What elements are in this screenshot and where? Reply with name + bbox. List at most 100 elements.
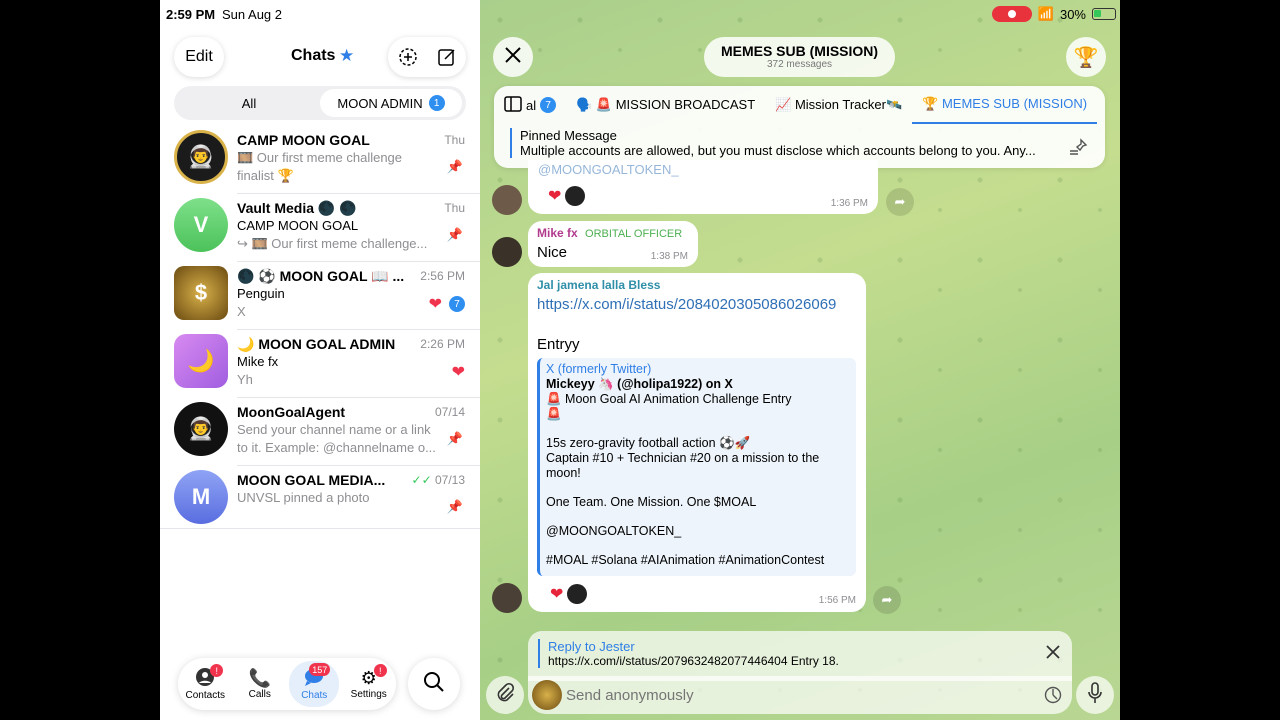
reactions: ❤ bbox=[550, 584, 588, 604]
avatar: 🌙 bbox=[174, 334, 228, 388]
filter-moon-admin[interactable]: MOON ADMIN 1 bbox=[320, 89, 462, 117]
preview-line: One Team. One Mission. One $MOAL bbox=[546, 495, 757, 509]
tab-settings[interactable]: ⚙ Settings ! bbox=[344, 661, 394, 707]
chat-row-moon-goal-admin[interactable]: 🌙 🌙 MOON GOAL ADMIN Mike fx Yh 2:26 PM ❤ bbox=[160, 330, 480, 398]
message-composer bbox=[528, 676, 1072, 714]
chat-row-moon-goal-media[interactable]: M MOON GOAL MEDIA... UNVSL pinned a phot… bbox=[160, 466, 480, 534]
edit-button[interactable]: Edit bbox=[174, 37, 224, 77]
battery-icon bbox=[1092, 8, 1116, 20]
heart-reaction-icon[interactable]: ❤ bbox=[548, 186, 561, 206]
voice-button[interactable] bbox=[1076, 676, 1114, 714]
message-bubble[interactable]: Jal jamena lalla Bless https://x.com/i/s… bbox=[528, 273, 866, 612]
sidebar-toggle-icon bbox=[504, 95, 522, 115]
chat-preview: UNVSL pinned a photo bbox=[237, 490, 370, 505]
star-icon[interactable]: ★ bbox=[339, 46, 354, 66]
chat-row-vault-media[interactable]: V Vault Media 🌑 🌑 CAMP MOON GOAL ↪ 🎞️ Ou… bbox=[160, 194, 480, 262]
reply-preview[interactable]: Reply to Jester https://x.com/i/status/2… bbox=[538, 639, 839, 668]
link-preview[interactable]: X (formerly Twitter) Mickeyy 🦄 (@holipa1… bbox=[537, 358, 856, 576]
tab-chats[interactable]: Chats 157 bbox=[289, 661, 340, 707]
message-text: Entryy bbox=[537, 336, 580, 353]
topic-tab-tracker[interactable]: 📈 Mission Tracker🛰️ bbox=[765, 86, 912, 124]
pinned-list-icon[interactable] bbox=[1069, 138, 1089, 161]
chat-preview-2: Yh bbox=[237, 372, 253, 387]
chat-preview: CAMP MOON GOAL bbox=[237, 218, 359, 233]
forward-button[interactable]: ➦ bbox=[886, 188, 914, 216]
chat-name: Vault Media 🌑 🌑 bbox=[237, 200, 357, 216]
header-actions bbox=[388, 37, 466, 77]
reply-panel: Reply to Jester https://x.com/i/status/2… bbox=[528, 631, 1072, 681]
chat-row-moongoalagent[interactable]: 👨‍🚀 MoonGoalAgent Send your channel name… bbox=[160, 398, 480, 466]
status-date: Sun Aug 2 bbox=[222, 7, 282, 22]
topic-avatar-trophy-icon[interactable]: 🏆 bbox=[1066, 37, 1106, 77]
chat-preview-2: X bbox=[237, 304, 246, 319]
avatar[interactable] bbox=[492, 583, 522, 613]
chat-preview: Send your channel name or a link bbox=[237, 422, 431, 437]
pinned-message[interactable]: Pinned Message Multiple accounts are all… bbox=[510, 128, 1080, 158]
avatar: 👨‍🚀 bbox=[174, 130, 228, 184]
message-time: 1:56 PM bbox=[818, 595, 856, 606]
message-bubble[interactable]: @MOONGOALTOKEN_ ❤ 1:36 PM bbox=[528, 160, 878, 214]
timer-icon[interactable] bbox=[1044, 686, 1062, 709]
chat-time-text: 07/13 bbox=[434, 473, 465, 487]
attach-button[interactable] bbox=[486, 676, 524, 714]
message-link[interactable]: https://x.com/i/status/20840203050860260… bbox=[537, 296, 836, 313]
message-time: 1:36 PM bbox=[830, 198, 868, 209]
heart-icon: ❤ bbox=[451, 364, 465, 381]
tab-badge: ! bbox=[373, 664, 387, 677]
close-reply-icon[interactable] bbox=[1046, 645, 1060, 664]
message-bubble[interactable]: Mike fx ORBITAL OFFICER Nice 1:38 PM bbox=[528, 221, 698, 267]
preview-line: 15s zero-gravity football action ⚽🚀 bbox=[546, 436, 751, 450]
compose-icon[interactable] bbox=[437, 47, 457, 67]
message-author: Jal jamena lalla Bless bbox=[537, 278, 661, 292]
close-button[interactable] bbox=[493, 37, 533, 77]
new-story-icon[interactable] bbox=[398, 47, 418, 67]
filter-badge: 1 bbox=[428, 95, 445, 111]
search-icon bbox=[423, 671, 445, 698]
chat-list-pane: 2:59 PM Sun Aug 2 Edit Chats ★ All MOON … bbox=[160, 0, 480, 720]
forward-button[interactable]: ➦ bbox=[873, 586, 901, 614]
avatar: $ bbox=[174, 266, 228, 320]
search-button[interactable] bbox=[408, 658, 460, 710]
unread-badge: 7 bbox=[449, 296, 465, 312]
chat-time: 07/14 bbox=[434, 405, 465, 419]
message-input[interactable] bbox=[566, 682, 1006, 708]
reply-title: Reply to Jester bbox=[548, 639, 635, 654]
chat-time: Thu bbox=[444, 133, 465, 147]
topic-tab-all[interactable]: al 7 bbox=[494, 86, 566, 124]
chat-preview-2: finalist 🏆 bbox=[237, 168, 294, 183]
message-text: @MOONGOALTOKEN_ bbox=[538, 162, 679, 177]
topic-badge: 7 bbox=[540, 97, 557, 113]
chat-time: ✓✓ 07/13 bbox=[412, 473, 465, 487]
pin-icon: 📌 bbox=[446, 227, 463, 242]
chat-preview: Mike fx bbox=[237, 354, 279, 369]
avatar[interactable] bbox=[492, 237, 522, 267]
chat-row-moon-goal[interactable]: $ 🌑 ⚽ MOON GOAL 📖 ... Penguin X 2:56 PM … bbox=[160, 262, 480, 330]
chat-name: MoonGoalAgent bbox=[237, 404, 346, 420]
tab-label: Chats bbox=[301, 690, 328, 701]
avatar bbox=[567, 584, 588, 604]
avatar: 👨‍🚀 bbox=[174, 402, 228, 456]
reactions: ❤ bbox=[548, 186, 586, 206]
tab-calls[interactable]: 📞 Calls bbox=[235, 661, 285, 707]
filter-moon-admin-label: MOON ADMIN bbox=[337, 95, 423, 111]
message-author: Mike fx ORBITAL OFFICER bbox=[537, 226, 682, 240]
heart-reaction-icon[interactable]: ❤ bbox=[550, 584, 563, 604]
page-title: Chats bbox=[291, 47, 336, 64]
filter-all[interactable]: All bbox=[174, 86, 324, 120]
tab-contacts[interactable]: Contacts ! bbox=[180, 661, 230, 707]
avatar bbox=[565, 186, 586, 206]
status-bar-right: 📶 30% bbox=[991, 6, 1116, 22]
wifi-icon: 📶 bbox=[1037, 6, 1054, 21]
topic-tab-memes-sub[interactable]: 🏆 MEMES SUB (MISSION) bbox=[912, 86, 1098, 124]
forward-icon: ➦ bbox=[894, 194, 906, 209]
chat-row-camp-moon-goal[interactable]: 👨‍🚀 CAMP MOON GOAL 🎞️ Our first meme cha… bbox=[160, 126, 480, 194]
chat-preview: 🎞️ Our first meme challenge bbox=[237, 150, 403, 165]
chat-name: MOON GOAL MEDIA... bbox=[237, 472, 386, 488]
sender-avatar[interactable] bbox=[532, 680, 562, 710]
topic-tab-broadcast[interactable]: 🗣️ 🚨 MISSION BROADCAST bbox=[566, 86, 765, 124]
avatar[interactable] bbox=[492, 185, 522, 215]
pin-icon: 📌 bbox=[446, 431, 463, 446]
topic-title: MEMES SUB (MISSION) bbox=[720, 43, 879, 59]
preview-line: @MOONGOALTOKEN_ bbox=[546, 524, 682, 538]
conversation-title[interactable]: MEMES SUB (MISSION) 372 messages bbox=[704, 37, 895, 77]
